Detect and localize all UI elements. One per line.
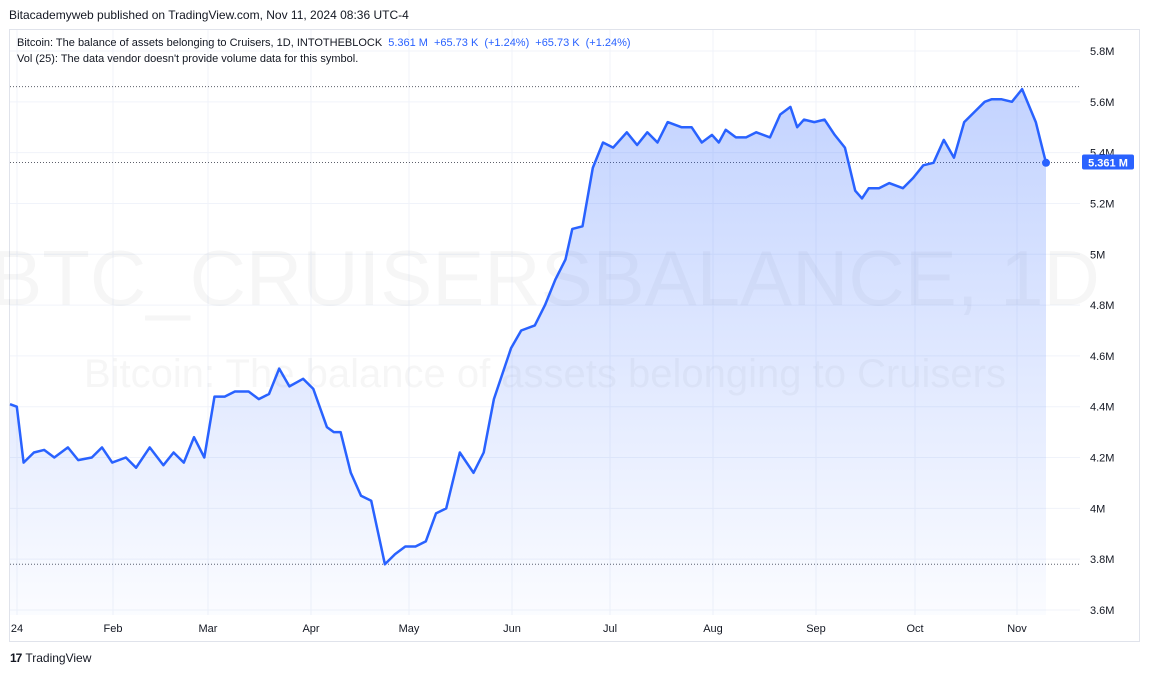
- x-tick-label: Jun: [503, 623, 521, 635]
- legend: Bitcoin: The balance of assets belonging…: [17, 35, 637, 67]
- last-value-label: 5.361 M: [1088, 158, 1128, 170]
- x-tick-label: Nov: [1007, 623, 1027, 635]
- brand-label: TradingView: [25, 651, 92, 665]
- tradingview-brand[interactable]: 17 TradingView: [10, 651, 91, 665]
- legend-volume-note: Vol (25): The data vendor doesn't provid…: [17, 53, 359, 65]
- y-tick-label: 5.8M: [1090, 46, 1114, 58]
- x-tick-label: Sep: [806, 623, 826, 635]
- x-tick-label: 24: [11, 623, 23, 635]
- y-tick-label: 4.4M: [1090, 402, 1114, 414]
- legend-row-main: Bitcoin: The balance of assets belonging…: [17, 35, 637, 51]
- x-axis[interactable]: 24 Feb Mar Apr May Jun Jul Aug Sep Oct Nov: [11, 623, 1027, 635]
- area-chart[interactable]: BTC_CRUISERSBALANCE, 1D Bitcoin: The bal…: [0, 0, 1149, 677]
- x-tick-label: Apr: [302, 623, 319, 635]
- x-tick-label: Aug: [703, 623, 723, 635]
- legend-change-abs: +65.73 K: [433, 37, 479, 49]
- legend-values: 5.361 M +65.73 K (+1.24%) +65.73 K (+1.24%): [388, 37, 636, 49]
- last-value-dot: [1042, 158, 1050, 167]
- y-tick-label: 3.8M: [1090, 554, 1114, 566]
- legend-change-pct-2: (+1.24%): [585, 37, 631, 49]
- y-tick-label: 4.6M: [1090, 351, 1114, 363]
- y-tick-label: 4.2M: [1090, 453, 1114, 465]
- y-axis[interactable]: 5.8M5.6M5.4M5.2M5M4.8M4.6M4.4M4.2M4M3.8M…: [1090, 46, 1114, 617]
- y-tick-label: 5.2M: [1090, 198, 1114, 210]
- legend-change-abs-2: +65.73 K: [535, 37, 580, 49]
- x-tick-label: Feb: [104, 623, 123, 635]
- legend-title: Bitcoin: The balance of assets belonging…: [17, 37, 383, 49]
- legend-last: 5.361 M: [388, 37, 428, 49]
- y-tick-label: 5.6M: [1090, 97, 1114, 109]
- y-tick-label: 5M: [1090, 249, 1105, 261]
- y-tick-label: 3.6M: [1090, 605, 1114, 617]
- x-tick-label: Mar: [199, 623, 218, 635]
- legend-change-pct: (+1.24%): [484, 37, 530, 49]
- y-tick-label: 4.8M: [1090, 300, 1114, 312]
- x-tick-label: May: [399, 623, 420, 635]
- last-value-badge: 5.361 M: [1082, 154, 1134, 170]
- x-tick-label: Jul: [603, 623, 617, 635]
- tradingview-logo-icon: 17: [10, 651, 22, 665]
- x-tick-label: Oct: [906, 623, 923, 635]
- y-tick-label: 4M: [1090, 503, 1105, 515]
